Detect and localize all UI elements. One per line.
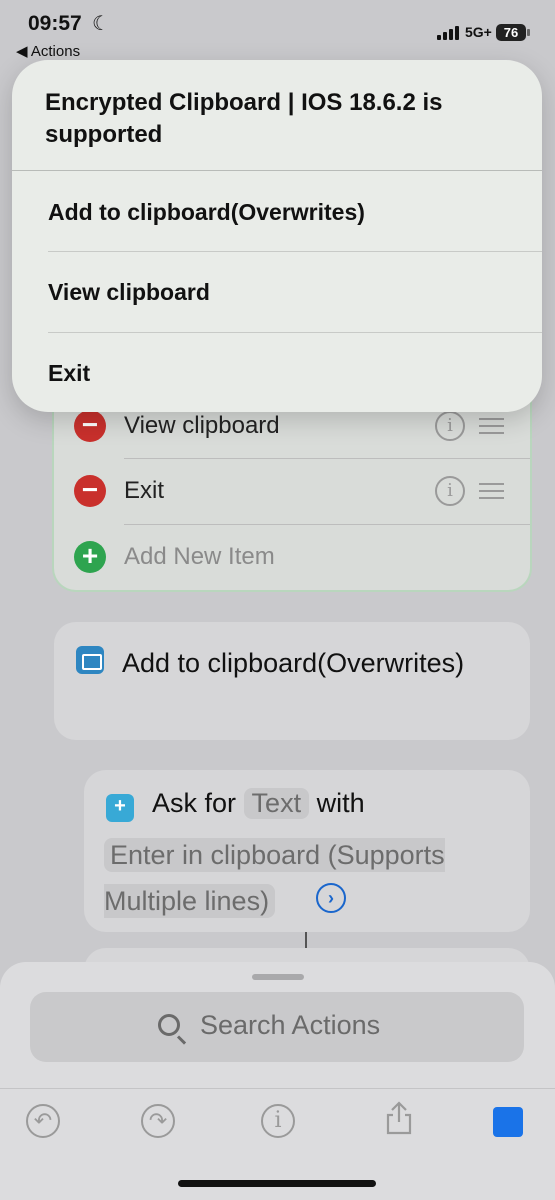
ask-line: Ask for Text with (152, 788, 365, 819)
ask-for-input-icon (106, 794, 134, 822)
menu-item-label[interactable]: Exit (124, 477, 164, 505)
network-type: 5G+ (465, 24, 492, 40)
share-icon[interactable] (382, 1100, 416, 1135)
actions-bottom-sheet: Search Actions ↶ ↷ i (0, 962, 555, 1200)
prompt-field[interactable]: Enter in clipboard (Supports Multiple li… (104, 832, 524, 924)
run-shortcut-button[interactable] (493, 1107, 523, 1137)
search-icon (158, 1014, 180, 1036)
prompt-token[interactable]: Enter in clipboard (Supports Multiple li… (104, 838, 445, 918)
reorder-handle-icon[interactable] (479, 418, 504, 434)
battery-icon: 76 (496, 24, 530, 41)
focus-moon-icon: ☾ (92, 13, 110, 35)
delete-item-icon[interactable]: − (74, 410, 106, 442)
add-to-clipboard-action[interactable]: Add to clipboard(Overwrites) (54, 622, 530, 740)
info-icon[interactable]: i (435, 411, 465, 441)
cellular-signal-icon (437, 26, 463, 40)
divider (0, 1088, 555, 1089)
with-label: with (316, 788, 365, 818)
menu-item-row[interactable]: − Exit i (54, 458, 530, 524)
undo-icon[interactable]: ↶ (26, 1104, 60, 1138)
menu-item-label[interactable]: View clipboard (124, 412, 280, 440)
home-indicator (178, 1180, 376, 1187)
info-icon[interactable]: i (261, 1104, 295, 1138)
popup-item-exit[interactable]: Exit (48, 333, 518, 413)
popup-title: Encrypted Clipboard | IOS 18.6.2 is supp… (45, 89, 443, 148)
choose-from-menu-popup: Encrypted Clipboard | IOS 18.6.2 is supp… (12, 60, 542, 412)
expand-chevron-icon[interactable]: › (316, 883, 346, 913)
sheet-grabber[interactable] (252, 974, 304, 980)
popup-item-add-to-clipboard[interactable]: Add to clipboard(Overwrites) (48, 172, 518, 252)
ask-for-input-action[interactable]: Ask for Text with Enter in clipboard (Su… (84, 770, 530, 932)
input-type-token[interactable]: Text (243, 788, 310, 819)
add-new-item-row[interactable]: + Add New Item (54, 524, 530, 590)
search-placeholder[interactable]: Search Actions (200, 1010, 380, 1041)
info-icon[interactable]: i (435, 476, 465, 506)
ask-prefix: Ask for (152, 788, 237, 818)
back-to-app-link[interactable]: ◀ Actions (16, 42, 80, 60)
action-title: Add to clipboard(Overwrites) (122, 648, 465, 678)
popup-item-view-clipboard[interactable]: View clipboard (48, 252, 518, 332)
divider (12, 170, 542, 171)
status-bar: 09:57 ☾ ◀ Actions 5G+ 76 (0, 0, 555, 64)
add-item-icon[interactable]: + (74, 541, 106, 573)
action-connector (305, 932, 307, 948)
redo-icon[interactable]: ↷ (141, 1104, 175, 1138)
reorder-handle-icon[interactable] (479, 483, 504, 499)
status-time: 09:57 (28, 12, 82, 35)
delete-item-icon[interactable]: − (74, 475, 106, 507)
search-actions-field[interactable]: Search Actions (30, 992, 524, 1062)
add-new-item-label[interactable]: Add New Item (124, 543, 275, 571)
